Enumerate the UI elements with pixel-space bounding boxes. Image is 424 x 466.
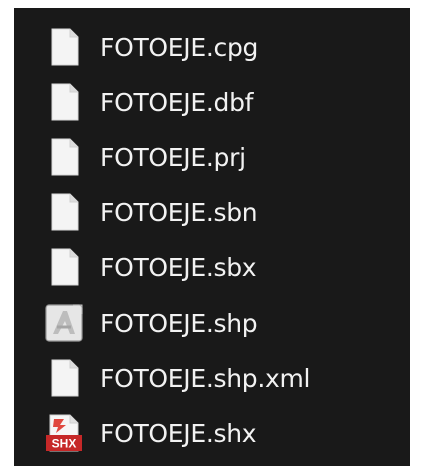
blank-file-icon: [44, 358, 84, 398]
file-name: FOTOEJE.sbx: [100, 252, 257, 282]
shx-file-icon: SHX: [44, 413, 84, 453]
file-item[interactable]: FOTOEJE.sbx: [44, 240, 404, 294]
blank-file-icon: [44, 192, 84, 232]
file-item[interactable]: FOTOEJE.prj: [44, 130, 404, 184]
file-list: FOTOEJE.cpg FOTOEJE.dbf FOTOEJE.prj FOTO…: [14, 8, 410, 466]
file-name: FOTOEJE.dbf: [100, 87, 254, 117]
file-item[interactable]: FOTOEJE.shp.xml: [44, 351, 404, 405]
file-name: FOTOEJE.shx: [100, 418, 257, 448]
blank-file-icon: [44, 247, 84, 287]
blank-file-icon: [44, 82, 84, 122]
file-item[interactable]: FOTOEJE.dbf: [44, 75, 404, 129]
blank-file-icon: [44, 27, 84, 67]
shx-badge-text: SHX: [52, 437, 77, 451]
blank-file-icon: [44, 137, 84, 177]
file-name: FOTOEJE.shp.xml: [100, 363, 311, 393]
file-item[interactable]: SHX FOTOEJE.shx: [44, 406, 404, 460]
autocad-file-icon: [44, 303, 84, 343]
file-name: FOTOEJE.cpg: [100, 32, 259, 62]
file-name: FOTOEJE.shp: [100, 308, 258, 338]
window-frame: FOTOEJE.cpg FOTOEJE.dbf FOTOEJE.prj FOTO…: [0, 0, 424, 466]
file-item[interactable]: FOTOEJE.sbn: [44, 185, 404, 239]
file-name: FOTOEJE.sbn: [100, 197, 258, 227]
file-item[interactable]: FOTOEJE.shp: [44, 296, 404, 350]
file-item[interactable]: FOTOEJE.cpg: [44, 20, 404, 74]
file-name: FOTOEJE.prj: [100, 142, 246, 172]
